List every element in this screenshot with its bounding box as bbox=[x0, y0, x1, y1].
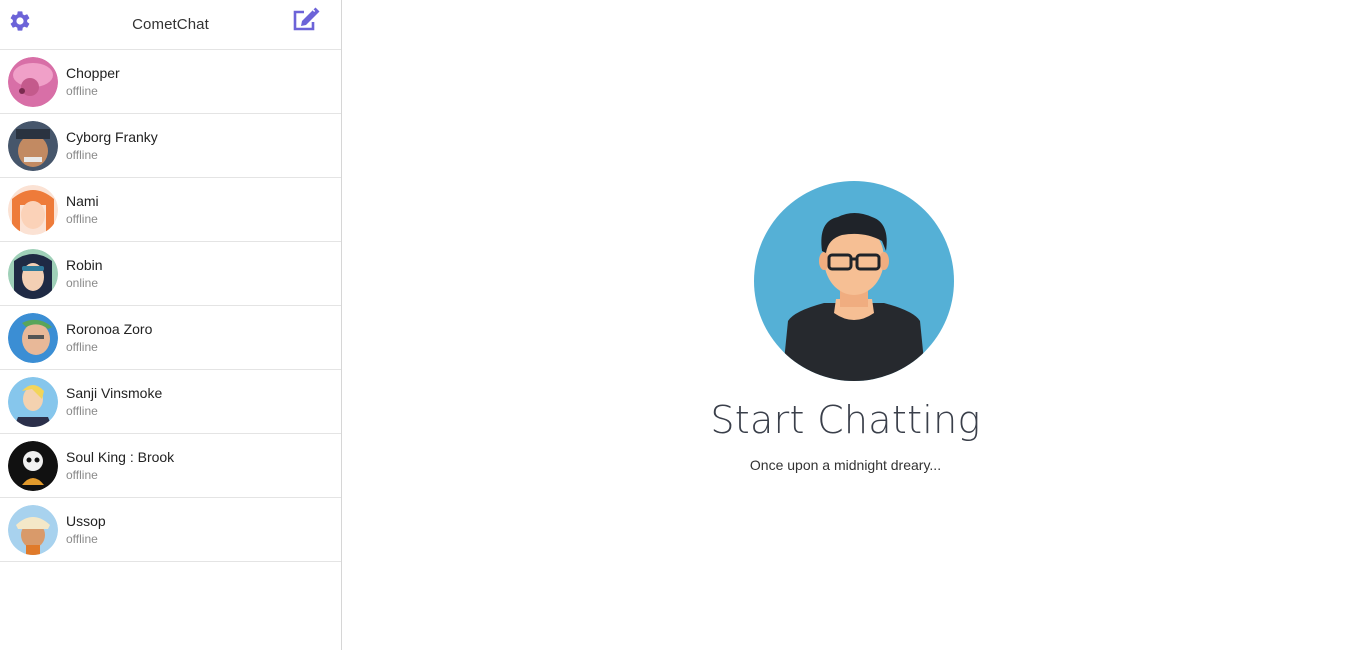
avatar bbox=[8, 120, 58, 171]
contact-status: offline bbox=[66, 212, 98, 226]
contact-status: offline bbox=[66, 532, 98, 546]
contact-status: offline bbox=[66, 404, 98, 418]
contact-status: offline bbox=[66, 148, 98, 162]
contact-status: offline bbox=[66, 468, 98, 482]
contact-status: online bbox=[66, 276, 99, 290]
avatar bbox=[8, 504, 58, 555]
avatar bbox=[8, 56, 58, 107]
contact-list: Chopper offline Cyborg Franky offline Na… bbox=[0, 50, 341, 562]
avatar bbox=[8, 440, 58, 491]
contact-item-robin[interactable]: Robin online bbox=[0, 242, 341, 306]
gear-icon[interactable] bbox=[8, 9, 32, 33]
empty-state-subtitle: Once upon a midnight dreary... bbox=[749, 457, 942, 473]
contact-status: offline bbox=[66, 340, 98, 354]
contact-item-roronoa-zoro[interactable]: Roronoa Zoro offline bbox=[0, 306, 341, 370]
empty-state-title: Start Chatting bbox=[710, 398, 981, 442]
contact-item-soul-king-brook[interactable]: Soul King : Brook offline bbox=[0, 434, 341, 498]
avatar bbox=[8, 248, 58, 299]
avatar bbox=[8, 184, 58, 235]
app: CometChat Chopper offline Cyborg Franky … bbox=[0, 0, 1349, 650]
contact-item-chopper[interactable]: Chopper offline bbox=[0, 50, 341, 114]
contact-name: Nami bbox=[66, 193, 99, 209]
contact-name: Chopper bbox=[66, 65, 120, 81]
sidebar: CometChat Chopper offline Cyborg Franky … bbox=[0, 0, 342, 650]
app-title: CometChat bbox=[132, 16, 209, 33]
avatar bbox=[8, 312, 58, 363]
contact-name: Soul King : Brook bbox=[66, 449, 175, 465]
contact-item-cyborg-franky[interactable]: Cyborg Franky offline bbox=[0, 114, 341, 178]
contact-name: Robin bbox=[66, 257, 103, 273]
contact-item-ussop[interactable]: Ussop offline bbox=[0, 498, 341, 562]
contact-name: Roronoa Zoro bbox=[66, 321, 153, 337]
contact-item-sanji-vinsmoke[interactable]: Sanji Vinsmoke offline bbox=[0, 370, 341, 434]
avatar bbox=[8, 376, 58, 427]
contact-name: Cyborg Franky bbox=[66, 129, 158, 145]
compose-icon[interactable] bbox=[291, 6, 321, 34]
sidebar-header: CometChat bbox=[0, 0, 341, 50]
chat-panel: Start Chatting Once upon a midnight drea… bbox=[342, 0, 1349, 650]
user-avatar-illustration bbox=[754, 181, 954, 381]
contact-name: Ussop bbox=[66, 513, 106, 529]
contact-item-nami[interactable]: Nami offline bbox=[0, 178, 341, 242]
contact-name: Sanji Vinsmoke bbox=[66, 385, 163, 401]
contact-status: offline bbox=[66, 84, 98, 98]
